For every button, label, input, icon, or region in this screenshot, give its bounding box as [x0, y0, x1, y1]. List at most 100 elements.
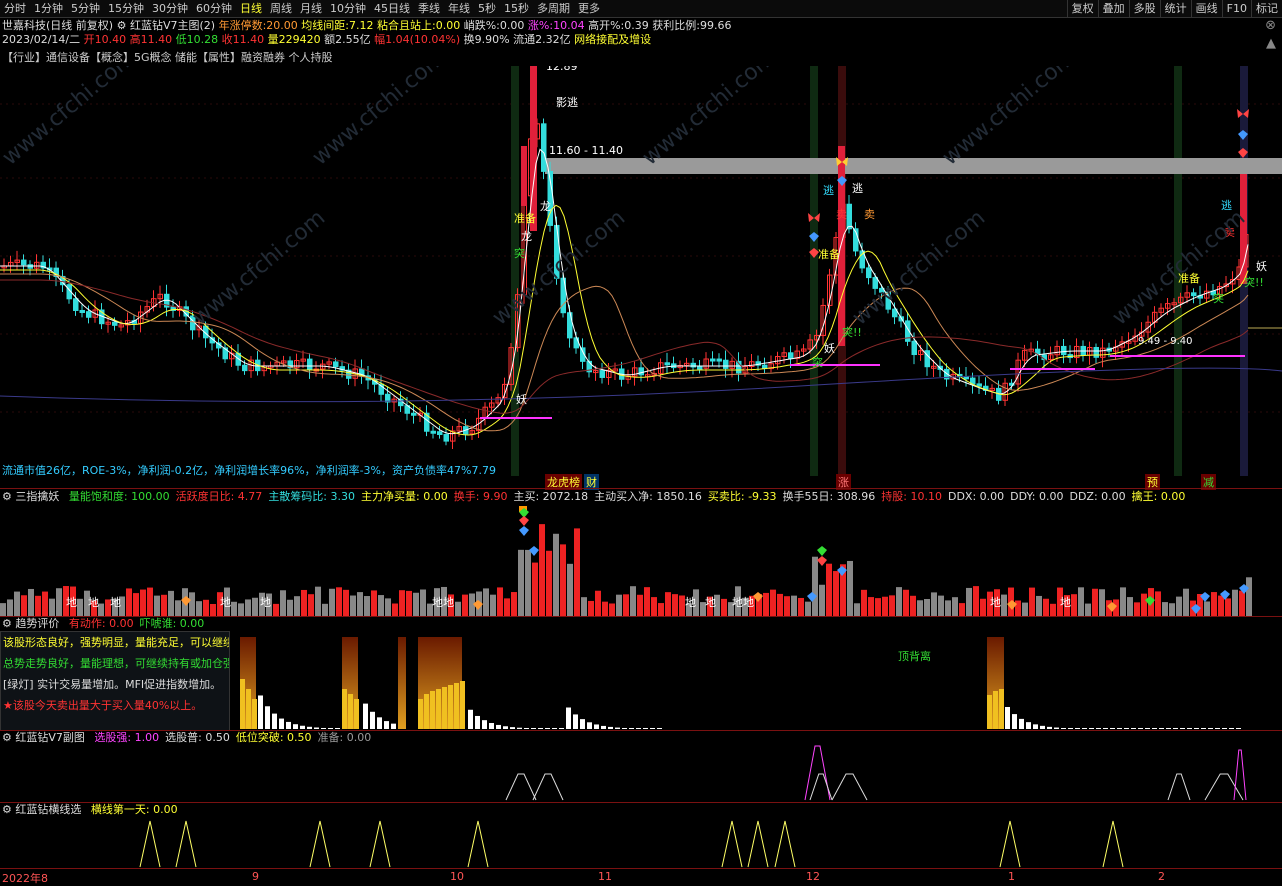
- pane2-item-value: -9.33: [744, 490, 777, 503]
- trend-white-bar: [517, 727, 522, 729]
- period-tab[interactable]: 季线: [414, 0, 444, 17]
- period-tab[interactable]: 30分钟: [148, 0, 192, 17]
- period-tab[interactable]: 更多: [574, 0, 604, 17]
- volume-bar: [161, 594, 167, 616]
- signal-diamond-icon: [519, 516, 529, 526]
- trend-white-bar: [1180, 728, 1185, 729]
- period-tab[interactable]: 1分钟: [30, 0, 67, 17]
- volume-bar: [567, 563, 573, 616]
- candle-body: [911, 340, 917, 356]
- collapse-icon[interactable]: ⊗: [1265, 18, 1276, 33]
- period-tab[interactable]: 周线: [266, 0, 296, 17]
- period-tab[interactable]: 15分钟: [104, 0, 148, 17]
- volume-bar: [35, 595, 41, 616]
- trend-white-bar: [1166, 728, 1171, 729]
- pane4-title[interactable]: 红蓝钻V7副图: [15, 731, 85, 744]
- period-tab[interactable]: 年线: [444, 0, 474, 17]
- volume-bar: [623, 594, 629, 616]
- trend-white-bar: [650, 728, 655, 729]
- period-tab[interactable]: 多周期: [533, 0, 574, 17]
- gear-icon[interactable]: ⚙: [2, 617, 12, 630]
- up-arrow-icon[interactable]: ▲: [1266, 36, 1276, 51]
- trend-white-bar: [1138, 728, 1143, 729]
- ma60-line: [0, 279, 1249, 414]
- stick-value: 0.00: [435, 19, 461, 32]
- toolbar-button[interactable]: 叠加: [1097, 0, 1129, 17]
- prepare-label: 准备: [818, 247, 840, 261]
- toolbar-button[interactable]: 多股: [1128, 0, 1160, 17]
- hline-signal-peak: [175, 820, 197, 868]
- period-tab[interactable]: 45日线: [370, 0, 414, 17]
- volume-bar: [812, 556, 818, 616]
- candle-body: [846, 203, 852, 230]
- quote-change: 幅1.04(10.04%): [374, 33, 461, 46]
- main-kline-chart[interactable]: 11.60 - 11.4012.89影逃准备龙龙突妖逃 逃卖 卖准备突!!妖突逃卖准…: [0, 66, 1282, 486]
- trend-white-bar: [587, 722, 592, 729]
- volume-bar: [1211, 592, 1217, 616]
- volume-bar: [889, 595, 895, 616]
- toolbar-button[interactable]: 标记: [1251, 0, 1282, 17]
- gear-icon[interactable]: ⚙: [2, 731, 12, 744]
- pane2-title[interactable]: 三指擒妖: [15, 490, 59, 503]
- pane2-item-label: 主买:: [513, 490, 540, 503]
- volume-bar: [777, 593, 783, 616]
- date-tick: 9: [252, 870, 259, 883]
- stock-title[interactable]: 世嘉科技(日线 前复权): [2, 19, 113, 32]
- hline-signal-peak: [774, 820, 796, 868]
- period-tab[interactable]: 月线: [296, 0, 326, 17]
- trend-white-bar: [622, 728, 627, 729]
- trend-white-bar: [1068, 728, 1073, 729]
- period-tab[interactable]: 15秒: [500, 0, 533, 17]
- gear-icon[interactable]: ⚙: [2, 803, 12, 816]
- trend-white-bar: [328, 728, 333, 729]
- quote-low: 低10.28: [175, 33, 219, 46]
- indicator-name[interactable]: 红蓝钻V7主图(2): [130, 19, 215, 32]
- top-price-label: 12.89: [546, 66, 578, 73]
- industry-tags: 【行业】通信设备【概念】5G概念 储能【属性】融资融券 个人持股: [2, 51, 333, 64]
- hline-signal-peak: [1102, 820, 1124, 868]
- volume-bar: [532, 562, 538, 616]
- period-tab[interactable]: 5分钟: [67, 0, 104, 17]
- period-tab[interactable]: 5秒: [474, 0, 500, 17]
- subchart-hline[interactable]: [0, 817, 1282, 868]
- period-tab[interactable]: 10分钟: [326, 0, 370, 17]
- period-tab[interactable]: 60分钟: [192, 0, 236, 17]
- pane5-item-label: 横线第一天:: [90, 803, 150, 816]
- pane3-title[interactable]: 趋势评价: [15, 617, 59, 630]
- gear-icon[interactable]: ⚙: [117, 19, 127, 32]
- period-tab[interactable]: 分时: [0, 0, 30, 17]
- right-toolbar: 复权 叠加 多股 统计 画线 F10 标记: [1066, 0, 1282, 17]
- volume-chart[interactable]: 地地地地地地地地地地地地地: [0, 504, 1282, 616]
- pane5-title[interactable]: 红蓝钻横线选: [15, 803, 81, 816]
- quote-turnover: 换9.90%: [463, 33, 510, 46]
- trend-white-bar: [272, 713, 277, 729]
- pane2-item-value: 10.10: [906, 490, 942, 503]
- toolbar-button[interactable]: 画线: [1190, 0, 1222, 17]
- volume-bar: [819, 584, 825, 616]
- hline-signal-peak: [721, 820, 743, 868]
- trend-fill-bar: [987, 695, 992, 729]
- volume-bar: [1204, 601, 1210, 616]
- trend-white-bar: [307, 726, 312, 729]
- gear-icon[interactable]: ⚙: [2, 490, 12, 503]
- volume-bar: [350, 595, 356, 616]
- volume-bar: [168, 590, 174, 616]
- volume-bar: [763, 592, 769, 616]
- trend-white-bar: [643, 728, 648, 729]
- signal-triangle: [809, 773, 833, 801]
- trend-white-bar: [552, 728, 557, 729]
- trend-white-bar: [1201, 728, 1206, 729]
- signal-triangle: [1233, 749, 1247, 801]
- volume-bar: [917, 600, 923, 616]
- pane4-item-value: 1.00: [131, 731, 160, 744]
- toolbar-button[interactable]: 复权: [1066, 0, 1098, 17]
- trend-fill-bar: [424, 694, 429, 729]
- period-tab[interactable]: 日线: [236, 0, 266, 17]
- divergence-label: 顶背离: [898, 650, 931, 663]
- pane5-item-value: 0.00: [149, 803, 178, 816]
- trend-white-bar: [279, 718, 284, 729]
- toolbar-button[interactable]: F10: [1221, 0, 1251, 17]
- subchart-v7[interactable]: [0, 745, 1282, 801]
- volume-bar: [938, 595, 944, 616]
- toolbar-button[interactable]: 统计: [1159, 0, 1191, 17]
